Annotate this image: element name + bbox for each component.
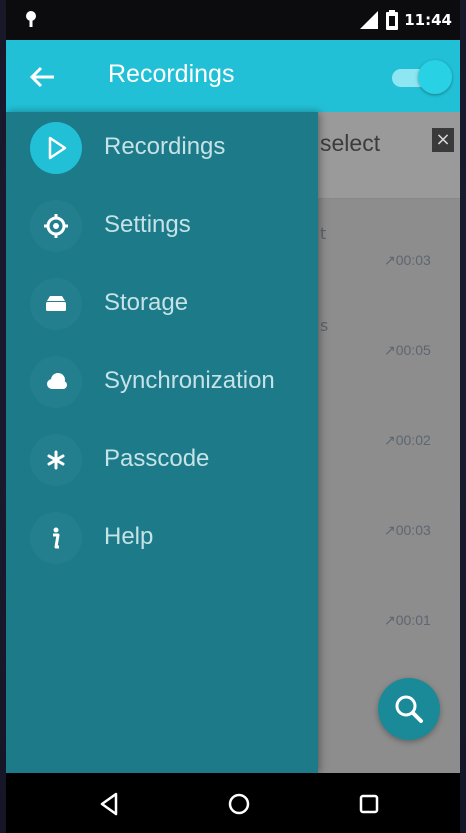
drawer-item-label: Help <box>104 523 154 550</box>
drawer-icon-circle <box>30 356 82 408</box>
recording-duration-1: ↗00:03 <box>384 252 431 268</box>
nav-home-icon[interactable] <box>224 789 254 819</box>
app-screen: select × t ↗00:03 s ↗00:05 ↗00:02 ↗00:03… <box>6 40 460 773</box>
system-nav-bar <box>6 773 460 833</box>
toggle-knob <box>418 60 452 94</box>
recording-duration-5: ↗00:01 <box>384 612 431 628</box>
cloud-icon <box>47 373 67 389</box>
drawer-item-synchronization[interactable]: Synchronization <box>6 346 318 418</box>
info-icon <box>53 527 60 549</box>
drawer-item-label: Settings <box>104 211 191 238</box>
gear-icon <box>44 214 68 238</box>
navigation-drawer: Recordings Settings Storage Synchronizat… <box>6 112 318 773</box>
toggle-switch[interactable] <box>392 60 452 94</box>
play-icon <box>48 136 67 160</box>
status-time: 11:44 <box>404 11 452 29</box>
recording-name-fragment: t <box>320 224 327 243</box>
close-selection-button[interactable]: × <box>432 128 454 152</box>
drawer-icon-circle <box>30 512 82 564</box>
recording-duration-3: ↗00:02 <box>384 432 431 448</box>
drawer-item-help[interactable]: Help <box>6 502 318 574</box>
storage-icon <box>46 296 66 311</box>
status-bar: 11:44 <box>6 0 460 40</box>
nav-recents-icon[interactable] <box>354 789 384 819</box>
battery-icon <box>386 10 399 30</box>
drawer-icon-circle <box>30 278 82 330</box>
asterisk-icon <box>47 450 65 470</box>
drawer-item-passcode[interactable]: Passcode <box>6 424 318 496</box>
drawer-item-label: Storage <box>104 289 189 316</box>
signal-icon <box>360 11 379 29</box>
notification-icon <box>26 11 36 27</box>
drawer-icon-circle <box>30 122 82 174</box>
recording-duration-4: ↗00:03 <box>384 522 431 538</box>
recording-duration-2: ↗00:05 <box>384 342 431 358</box>
drawer-item-recordings[interactable]: Recordings <box>6 112 318 184</box>
drawer-item-label: Synchronization <box>104 367 275 394</box>
search-fab[interactable] <box>378 678 440 740</box>
drawer-item-settings[interactable]: Settings <box>6 190 318 262</box>
app-bar: Recordings <box>6 40 460 112</box>
status-right: 11:44 <box>360 10 452 30</box>
drawer-icon-circle <box>30 434 82 486</box>
nav-back-icon[interactable] <box>94 789 124 819</box>
recording-name-fragment: s <box>320 316 329 335</box>
page-title: Recordings <box>108 60 235 88</box>
drawer-item-storage[interactable]: Storage <box>6 268 318 340</box>
back-arrow-icon[interactable] <box>26 60 60 94</box>
select-label: select <box>320 130 381 156</box>
drawer-item-label: Recordings <box>104 133 226 160</box>
drawer-icon-circle <box>30 200 82 252</box>
phone-frame: 11:44 select × t ↗00:03 s ↗00:05 ↗00:02 … <box>0 0 466 833</box>
drawer-item-label: Passcode <box>104 445 210 472</box>
search-icon <box>395 695 423 723</box>
